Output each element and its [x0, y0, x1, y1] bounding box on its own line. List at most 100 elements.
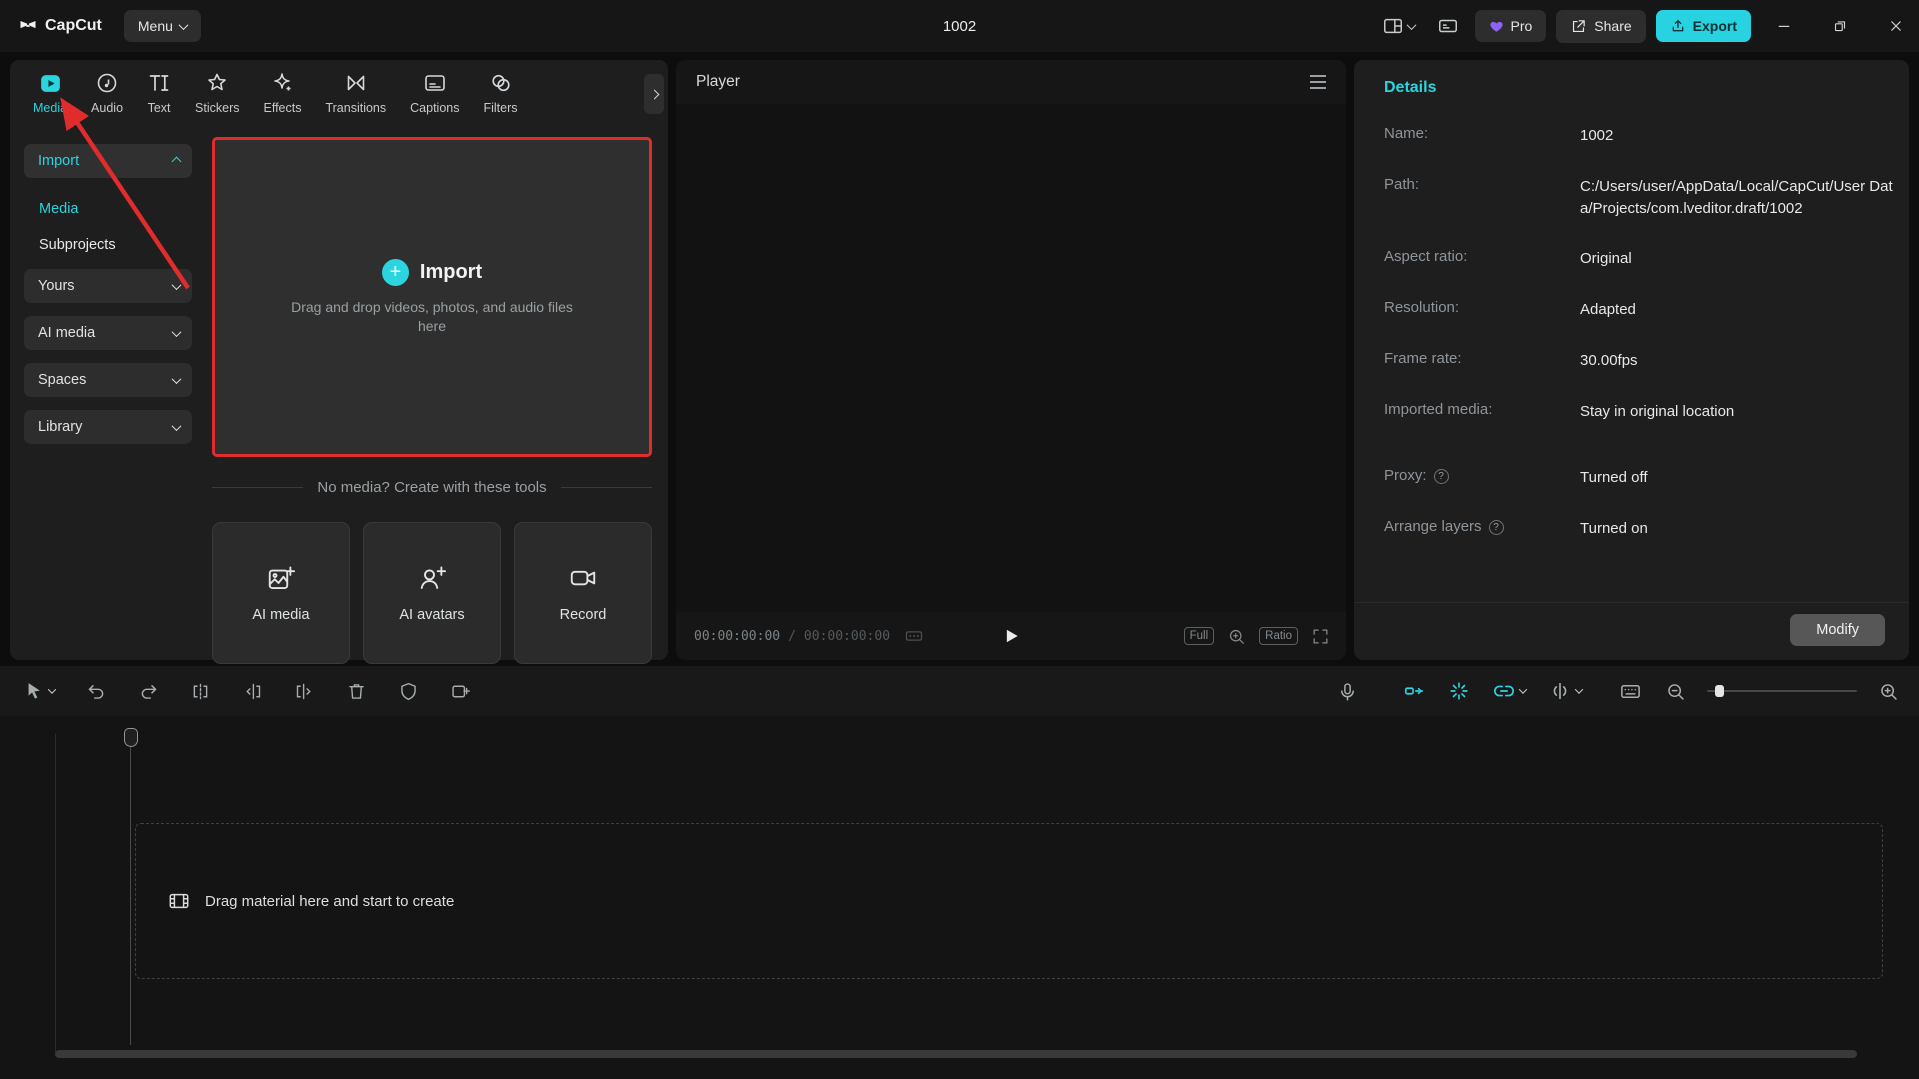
- linkage-button[interactable]: [1491, 678, 1528, 704]
- detail-value: Stay in original location: [1580, 401, 1902, 423]
- play-button[interactable]: [1001, 626, 1021, 646]
- tab-filters[interactable]: Filters: [474, 70, 526, 115]
- divider-text: No media? Create with these tools: [317, 479, 546, 496]
- export-button[interactable]: Export: [1656, 10, 1751, 42]
- full-toggle[interactable]: Full: [1184, 627, 1215, 645]
- tab-stickers[interactable]: Stickers: [186, 70, 248, 115]
- info-icon[interactable]: ?: [1489, 520, 1504, 535]
- delete-right-icon[interactable]: [292, 679, 317, 704]
- player-menu-icon[interactable]: [1310, 75, 1326, 88]
- list-icon: [1437, 15, 1459, 37]
- sidebar-item-library[interactable]: Library: [24, 410, 192, 444]
- ai-media-icon: [266, 563, 296, 593]
- tab-audio[interactable]: Audio: [82, 70, 132, 115]
- mask-icon[interactable]: [396, 679, 421, 704]
- sidebar-item-label: Library: [38, 419, 82, 435]
- menu-button[interactable]: Menu: [124, 10, 201, 42]
- details-footer: Modify: [1354, 602, 1909, 660]
- fullscreen-icon[interactable]: [1311, 627, 1330, 646]
- audio-icon: [95, 70, 119, 96]
- tab-media[interactable]: Media: [24, 70, 76, 115]
- chevron-down-icon: [1575, 685, 1583, 693]
- main-track-magnet-icon[interactable]: [1401, 678, 1427, 704]
- tabs-scroll-next-button[interactable]: [644, 74, 664, 114]
- chevron-down-icon: [48, 685, 56, 693]
- pro-button[interactable]: Pro: [1475, 10, 1547, 42]
- record-card[interactable]: Record: [514, 522, 652, 664]
- text-icon: [147, 70, 171, 96]
- share-button[interactable]: Share: [1556, 10, 1645, 43]
- sidebar-item-label: Import: [38, 153, 79, 169]
- divider-line: [212, 487, 303, 488]
- media-body: Import Media Subprojects Yours AI media …: [10, 132, 668, 660]
- minimize-button[interactable]: [1761, 0, 1807, 52]
- preview-axis-icon: [1549, 680, 1571, 702]
- slider-thumb[interactable]: [1715, 685, 1724, 697]
- import-title: Import: [420, 261, 482, 284]
- export-icon: [1670, 18, 1686, 34]
- delete-icon[interactable]: [344, 679, 369, 704]
- plus-icon: +: [382, 259, 409, 286]
- player-panel: Player 00:00:00:00 / 00:00:00:00 Full: [676, 60, 1346, 660]
- detail-label: Path:: [1384, 176, 1419, 193]
- info-icon[interactable]: ?: [1434, 469, 1449, 484]
- tab-transitions[interactable]: Transitions: [316, 70, 395, 115]
- tab-label: Media: [33, 101, 67, 115]
- maximize-button[interactable]: [1817, 0, 1863, 52]
- auto-snap-icon[interactable]: [1446, 678, 1472, 704]
- sidebar-item-media[interactable]: Media: [24, 191, 192, 227]
- tab-text[interactable]: Text: [138, 70, 180, 115]
- ai-avatars-card[interactable]: AI avatars: [363, 522, 501, 664]
- ai-media-card[interactable]: AI media: [212, 522, 350, 664]
- filters-icon: [489, 70, 513, 96]
- delete-left-icon[interactable]: [240, 679, 265, 704]
- tab-effects[interactable]: Effects: [254, 70, 310, 115]
- timeline-toolbar: [0, 666, 1919, 716]
- tool-cards: AI media AI avatars: [212, 522, 652, 664]
- media-tabstrip: Media Audio Text: [10, 60, 668, 132]
- playhead-marker[interactable]: [124, 728, 138, 747]
- voiceover-button[interactable]: [1335, 679, 1360, 704]
- split-icon[interactable]: [188, 679, 213, 704]
- timeline-zoom-slider[interactable]: [1707, 690, 1857, 692]
- detail-label: Aspect ratio:: [1384, 248, 1467, 265]
- sidebar-item-yours[interactable]: Yours: [24, 269, 192, 303]
- chevron-down-icon: [1406, 20, 1416, 30]
- horizontal-scrollbar[interactable]: [55, 1050, 1857, 1058]
- notes-button[interactable]: [1431, 9, 1465, 43]
- player-viewport[interactable]: [676, 104, 1346, 612]
- sidebar-item-import[interactable]: Import: [24, 144, 192, 178]
- tab-label: Effects: [263, 101, 301, 115]
- undo-button[interactable]: [84, 679, 109, 704]
- zoom-out-icon[interactable]: [1663, 679, 1688, 704]
- film-icon: [168, 890, 190, 912]
- sidebar-item-ai-media[interactable]: AI media: [24, 316, 192, 350]
- import-subtitle: Drag and drop videos, photos, and audio …: [282, 298, 582, 336]
- ratio-toggle[interactable]: Ratio: [1259, 627, 1298, 645]
- toolbar-right: [1335, 666, 1901, 716]
- modify-button[interactable]: Modify: [1790, 614, 1885, 646]
- import-dropzone[interactable]: + Import Drag and drop videos, photos, a…: [212, 137, 652, 457]
- zoom-in-icon[interactable]: [1876, 679, 1901, 704]
- detail-label: Imported media:: [1384, 401, 1492, 418]
- detail-row-proxy: Proxy: ? Turned off: [1384, 467, 1909, 489]
- close-button[interactable]: [1873, 0, 1919, 52]
- shortcuts-icon[interactable]: [1617, 678, 1644, 705]
- layout-button[interactable]: [1376, 9, 1421, 43]
- sidebar-item-spaces[interactable]: Spaces: [24, 363, 192, 397]
- detail-value: 30.00fps: [1580, 350, 1902, 372]
- tab-label: Text: [148, 101, 171, 115]
- create-group-icon[interactable]: [448, 679, 473, 704]
- frame-view-icon[interactable]: [904, 626, 924, 646]
- tab-label: Filters: [483, 101, 517, 115]
- timeline-dropzone[interactable]: Drag material here and start to create: [135, 823, 1883, 979]
- tab-captions[interactable]: Captions: [401, 70, 468, 115]
- redo-button[interactable]: [136, 679, 161, 704]
- zoom-fit-icon[interactable]: [1227, 627, 1246, 646]
- preview-axis-button[interactable]: [1547, 678, 1584, 704]
- select-tool-button[interactable]: [22, 679, 57, 703]
- media-content: + Import Drag and drop videos, photos, a…: [206, 132, 668, 660]
- sidebar-item-subprojects[interactable]: Subprojects: [24, 227, 192, 263]
- chevron-down-icon: [1519, 685, 1527, 693]
- tool-card-label: AI media: [252, 607, 309, 623]
